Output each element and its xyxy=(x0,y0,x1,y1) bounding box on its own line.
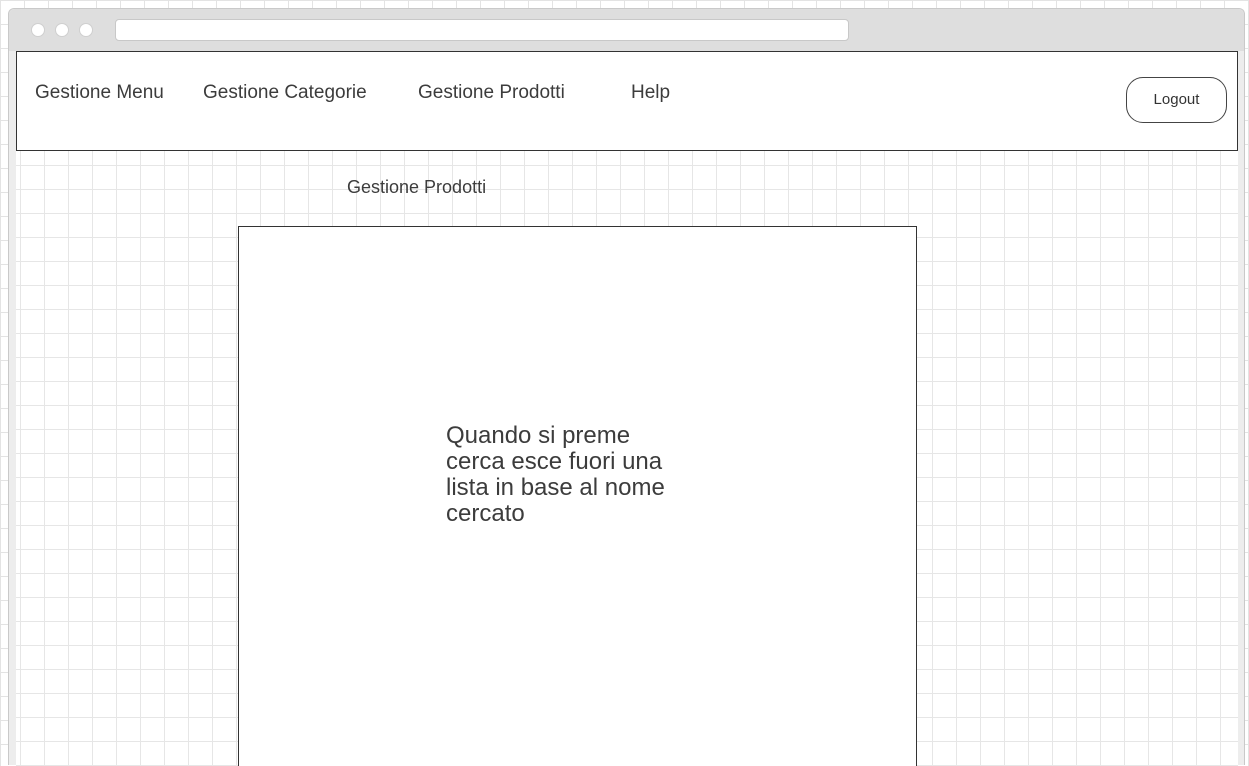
page-viewport: Gestione Menu Gestione Categorie Gestion… xyxy=(16,51,1238,766)
address-bar[interactable] xyxy=(115,19,849,41)
content-panel: Quando si preme cerca esce fuori una lis… xyxy=(238,226,917,766)
window-close-dot[interactable] xyxy=(31,23,45,37)
logout-button[interactable]: Logout xyxy=(1126,77,1227,123)
window-minimize-dot[interactable] xyxy=(55,23,69,37)
page-title: Gestione Prodotti xyxy=(347,177,487,197)
panel-note-text: Quando si preme cerca esce fuori una lis… xyxy=(446,422,665,527)
browser-titlebar xyxy=(9,9,1244,51)
top-navbar: Gestione Menu Gestione Categorie Gestion… xyxy=(16,51,1238,151)
nav-help[interactable]: Help xyxy=(631,82,670,104)
nav-gestione-menu[interactable]: Gestione Menu xyxy=(35,82,164,104)
nav-gestione-prodotti[interactable]: Gestione Prodotti xyxy=(418,82,565,104)
window-maximize-dot[interactable] xyxy=(79,23,93,37)
browser-window: Gestione Menu Gestione Categorie Gestion… xyxy=(8,8,1245,766)
nav-gestione-categorie[interactable]: Gestione Categorie xyxy=(203,82,367,104)
